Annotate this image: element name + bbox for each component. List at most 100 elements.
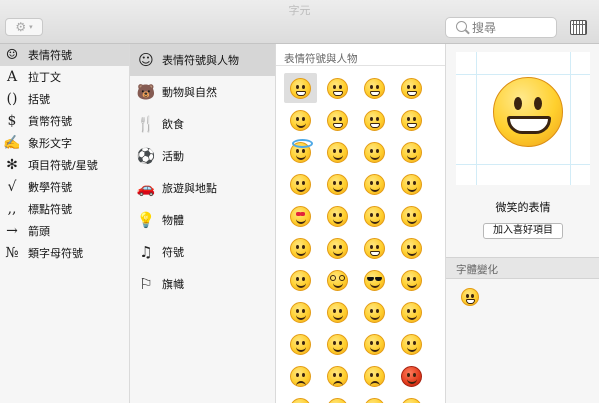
emoji-cell[interactable] — [284, 169, 317, 199]
emoji-cell[interactable] — [358, 361, 391, 391]
subcategory-item[interactable]: ⚽ 活動 — [130, 140, 275, 172]
emoji-cell[interactable] — [395, 73, 428, 103]
grin-face-icon — [401, 109, 422, 131]
category-item[interactable]: ✻ 項目符號/星號 — [0, 154, 129, 176]
category-icon: () — [6, 91, 18, 107]
emoji-cell[interactable] — [284, 73, 317, 103]
category-item[interactable]: → 箭頭 — [0, 220, 129, 242]
subcategory-icon: 🐻 — [136, 83, 156, 101]
smile-face-icon — [327, 333, 348, 355]
emoji-cell[interactable] — [284, 265, 317, 295]
smile-face-icon — [364, 301, 385, 323]
category-icon: № — [5, 245, 19, 261]
emoji-cell[interactable] — [284, 105, 317, 135]
chevron-down-icon: ▾ — [29, 22, 33, 31]
emoji-cell[interactable] — [284, 137, 317, 167]
smile-face-icon — [401, 141, 422, 163]
emoji-cell[interactable] — [284, 297, 317, 327]
category-icon: A — [6, 69, 18, 85]
search-input[interactable] — [472, 20, 552, 35]
grid-title: 表情符號與人物 — [284, 53, 358, 65]
category-item[interactable]: ✍ 象形文字 — [0, 132, 129, 154]
subcategory-item[interactable]: 🍴 飲食 — [130, 108, 275, 140]
emoji-cell[interactable] — [284, 201, 317, 231]
emoji-cell[interactable] — [321, 329, 354, 359]
emoji-cell[interactable] — [284, 393, 317, 403]
emoji-cell[interactable] — [395, 329, 428, 359]
category-label: 項目符號/星號 — [28, 159, 98, 172]
smile-face-icon — [401, 205, 422, 227]
subcategory-label: 旗幟 — [162, 278, 184, 291]
emoji-cell[interactable] — [321, 265, 354, 295]
smile-face-icon — [364, 333, 385, 355]
subcategory-icon: ☺ — [138, 51, 154, 69]
emoji-cell[interactable] — [321, 105, 354, 135]
emoji-cell[interactable] — [321, 361, 354, 391]
subcategory-item[interactable]: ⚐ 旗幟 — [130, 268, 275, 300]
emoji-cell[interactable] — [358, 329, 391, 359]
subcategory-label: 符號 — [162, 246, 184, 259]
grin-face-icon — [401, 77, 422, 99]
emoji-cell[interactable] — [395, 137, 428, 167]
smile-face-icon — [290, 109, 311, 131]
emoji-cell[interactable] — [321, 297, 354, 327]
subcategory-icon: ♫ — [139, 243, 153, 261]
emoji-cell[interactable] — [395, 297, 428, 327]
category-item[interactable]: A 拉丁文 — [0, 66, 129, 88]
emoji-cell[interactable] — [284, 361, 317, 391]
frown-face-icon — [327, 365, 348, 387]
category-item[interactable]: $ 貨幣符號 — [0, 110, 129, 132]
emoji-cell[interactable] — [395, 393, 428, 403]
emoji-cell[interactable] — [321, 169, 354, 199]
add-to-favorites-button[interactable]: 加入喜好項目 — [483, 223, 563, 239]
emoji-cell[interactable] — [321, 73, 354, 103]
category-item[interactable]: () 括號 — [0, 88, 129, 110]
emoji-cell[interactable] — [358, 265, 391, 295]
emoji-cell[interactable] — [321, 201, 354, 231]
emoji-cell[interactable] — [321, 137, 354, 167]
category-item[interactable]: √ 數學符號 — [0, 176, 129, 198]
category-icon: ✻ — [6, 157, 18, 173]
eye — [534, 97, 542, 110]
subcategory-item[interactable]: 💡 物體 — [130, 204, 275, 236]
category-item[interactable]: ☺ 表情符號 — [0, 44, 129, 66]
emoji-cell[interactable] — [284, 329, 317, 359]
emoji-cell[interactable] — [395, 265, 428, 295]
emoji-cell[interactable] — [284, 233, 317, 263]
emoji-cell[interactable] — [395, 361, 428, 391]
emoji-cell[interactable] — [358, 73, 391, 103]
emoji-cell[interactable] — [358, 393, 391, 403]
emoji-cell[interactable] — [358, 297, 391, 327]
emoji-cell[interactable] — [358, 233, 391, 263]
emoji-cell[interactable] — [358, 137, 391, 167]
mouth — [507, 116, 551, 134]
subcategory-item[interactable]: ♫ 符號 — [130, 236, 275, 268]
frown-face-icon — [364, 365, 385, 387]
frown-face-icon — [327, 397, 348, 403]
preview-guide-line — [570, 52, 571, 185]
emoji-cell[interactable] — [395, 105, 428, 135]
category-item[interactable]: ‚, 標點符號 — [0, 198, 129, 220]
search-field[interactable] — [445, 17, 557, 38]
subcategory-item[interactable]: 🐻 動物與自然 — [130, 76, 275, 108]
font-variation-item[interactable] — [458, 285, 482, 309]
glasses-face-icon — [327, 269, 348, 291]
subcategory-item[interactable]: ☺ 表情符號與人物 — [130, 44, 275, 76]
emoji-cell[interactable] — [395, 201, 428, 231]
subcategory-item[interactable]: 🚗 旅遊與地點 — [130, 172, 275, 204]
category-icon: √ — [7, 179, 17, 195]
category-item[interactable]: № 類字母符號 — [0, 242, 129, 264]
emoji-cell[interactable] — [358, 169, 391, 199]
emoji-cell[interactable] — [358, 105, 391, 135]
category-label: 箭頭 — [28, 225, 50, 238]
gear-menu-button[interactable]: ⚙ ▾ — [5, 18, 43, 36]
smile-face-icon — [290, 301, 311, 323]
emoji-cell[interactable] — [395, 233, 428, 263]
emoji-cell[interactable] — [358, 201, 391, 231]
keyboard-viewer-icon[interactable] — [570, 20, 587, 35]
emoji-cell[interactable] — [321, 233, 354, 263]
emoji-cell[interactable] — [321, 393, 354, 403]
emoji-cell[interactable] — [395, 169, 428, 199]
category-list: ☺ 表情符號 A 拉丁文 () 括號 $ 貨幣符號 ✍ 象形文字 ✻ 項目符號/星號 √ 數學符號 ‚, 標點… — [0, 44, 130, 403]
subcategory-label: 動物與自然 — [162, 86, 217, 99]
